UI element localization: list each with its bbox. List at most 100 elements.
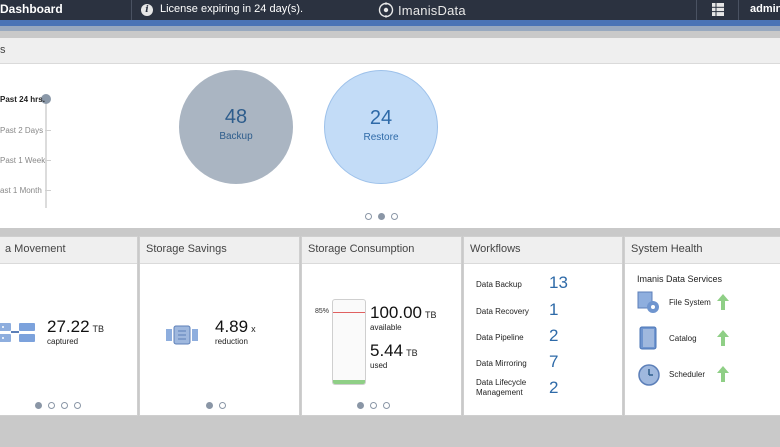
restore-label: Restore xyxy=(363,132,399,143)
pager-dot[interactable] xyxy=(365,213,372,220)
workflow-count-mirroring[interactable]: 7 xyxy=(549,352,558,372)
book-icon xyxy=(639,326,657,350)
backup-count: 48 xyxy=(224,106,248,128)
reduction-unit: x xyxy=(251,324,256,334)
available-caption: available xyxy=(370,323,402,332)
captured-stat: 27.22 TB captured xyxy=(47,317,104,346)
gear-folder-icon xyxy=(637,291,659,313)
brand-logo: ImanisData xyxy=(378,2,466,18)
service-row-filesystem: File System xyxy=(637,289,729,315)
pager-dot-active[interactable] xyxy=(378,213,385,220)
pager-dot[interactable] xyxy=(383,402,390,409)
divider xyxy=(131,0,132,20)
backup-circle[interactable]: 48 Backup xyxy=(179,70,293,184)
captured-unit: TB xyxy=(92,324,105,334)
logo-mark-icon xyxy=(378,2,394,18)
restore-count: 24 xyxy=(369,107,393,129)
workflow-label-lifecycle[interactable]: Data Lifecycle Management xyxy=(476,378,544,398)
carousel-pager xyxy=(365,213,398,220)
available-value: 100.00 xyxy=(370,303,422,322)
workflow-count-lifecycle[interactable]: 2 xyxy=(549,378,558,398)
logo-text: ImanisData xyxy=(398,2,466,18)
workflow-count-pipeline[interactable]: 2 xyxy=(549,326,558,346)
slider-tick xyxy=(45,160,51,161)
available-stat: 100.00 TB available xyxy=(370,303,437,332)
status-up-arrow-icon xyxy=(717,366,729,382)
carousel-pager xyxy=(35,402,81,409)
used-stat: 5.44 TB used xyxy=(370,341,418,370)
reduction-value: 4.89 xyxy=(215,317,249,336)
slider-tick xyxy=(45,190,51,191)
used-caption: used xyxy=(370,361,388,370)
pager-dot[interactable] xyxy=(48,402,55,409)
divider xyxy=(738,0,739,20)
license-notice: License expiring in 24 day(s). xyxy=(160,3,304,15)
top-bar: Dashboard i License expiring in 24 day(s… xyxy=(0,0,780,20)
pager-dot-active[interactable] xyxy=(357,402,364,409)
service-label: Catalog xyxy=(669,333,697,343)
storage-savings-widget: Storage Savings 4.89 x reduction xyxy=(139,236,300,416)
carousel-pager xyxy=(206,402,226,409)
used-value: 5.44 xyxy=(370,341,404,360)
grid-menu-icon[interactable] xyxy=(712,3,724,16)
pager-dot[interactable] xyxy=(74,402,81,409)
data-movement-widget: a Movement 27.22 TB captured xyxy=(0,236,138,416)
page-title: Dashboard xyxy=(0,2,63,16)
compression-icon xyxy=(166,325,198,345)
storage-gauge xyxy=(332,299,366,385)
widget-title: Workflows xyxy=(464,237,622,264)
divider xyxy=(696,0,697,20)
service-label: File System xyxy=(669,297,711,307)
reduction-stat: 4.89 x reduction xyxy=(215,317,256,346)
captured-value: 27.22 xyxy=(47,317,90,336)
range-option-2d[interactable]: Past 2 Days xyxy=(0,126,43,135)
workflow-label-recovery[interactable]: Data Recovery xyxy=(476,307,529,316)
threshold-line xyxy=(333,312,365,313)
workflow-count-backup[interactable]: 13 xyxy=(549,273,568,293)
pager-dot-active[interactable] xyxy=(35,402,42,409)
used-fill xyxy=(333,380,365,384)
workflow-count-recovery[interactable]: 1 xyxy=(549,300,558,320)
pager-dot[interactable] xyxy=(391,213,398,220)
backup-label: Backup xyxy=(219,131,253,142)
activity-panel: s Past 24 hrs. Past 2 Days Past 1 Week a… xyxy=(0,38,780,228)
range-option-1w[interactable]: Past 1 Week xyxy=(0,156,45,165)
widget-title: a Movement xyxy=(0,237,137,264)
range-option-1m[interactable]: ast 1 Month xyxy=(0,186,42,195)
system-health-widget: System Health Imanis Data Services File … xyxy=(624,236,780,416)
carousel-pager xyxy=(357,402,390,409)
panel-header: s xyxy=(0,38,780,64)
user-menu[interactable]: admin xyxy=(750,3,780,15)
workflow-label-pipeline[interactable]: Data Pipeline xyxy=(476,333,524,342)
threshold-label: 85% xyxy=(315,308,330,315)
available-unit: TB xyxy=(425,310,437,320)
widget-title: System Health xyxy=(625,237,780,264)
pager-dot[interactable] xyxy=(61,402,68,409)
workflows-widget: Workflows Data Backup 13 Data Recovery 1… xyxy=(463,236,623,416)
data-transfer-icon xyxy=(0,323,35,342)
workflow-label-mirroring[interactable]: Data Mirroring xyxy=(476,359,527,368)
pager-dot[interactable] xyxy=(370,402,377,409)
service-row-catalog: Catalog xyxy=(637,325,729,351)
service-row-scheduler: Scheduler xyxy=(637,361,729,387)
pager-dot[interactable] xyxy=(219,402,226,409)
time-range-slider[interactable] xyxy=(45,100,47,208)
range-option-24h[interactable]: Past 24 hrs. xyxy=(0,95,45,104)
accent-bar-secondary xyxy=(0,26,780,31)
status-up-arrow-icon xyxy=(717,330,729,346)
storage-consumption-widget: Storage Consumption 85% 100.00 TB availab… xyxy=(301,236,462,416)
workflow-label-backup[interactable]: Data Backup xyxy=(476,280,522,289)
clock-icon xyxy=(638,364,660,386)
widget-title: Storage Savings xyxy=(140,237,299,264)
restore-circle[interactable]: 24 Restore xyxy=(324,70,438,184)
service-label: Scheduler xyxy=(669,369,706,379)
captured-caption: captured xyxy=(47,337,79,346)
status-up-arrow-icon xyxy=(717,294,729,310)
info-icon[interactable]: i xyxy=(141,4,153,16)
services-subtitle: Imanis Data Services xyxy=(637,274,723,284)
reduction-caption: reduction xyxy=(215,337,248,346)
widget-title: Storage Consumption xyxy=(302,237,461,264)
used-unit: TB xyxy=(406,348,418,358)
slider-tick xyxy=(45,130,51,131)
pager-dot-active[interactable] xyxy=(206,402,213,409)
